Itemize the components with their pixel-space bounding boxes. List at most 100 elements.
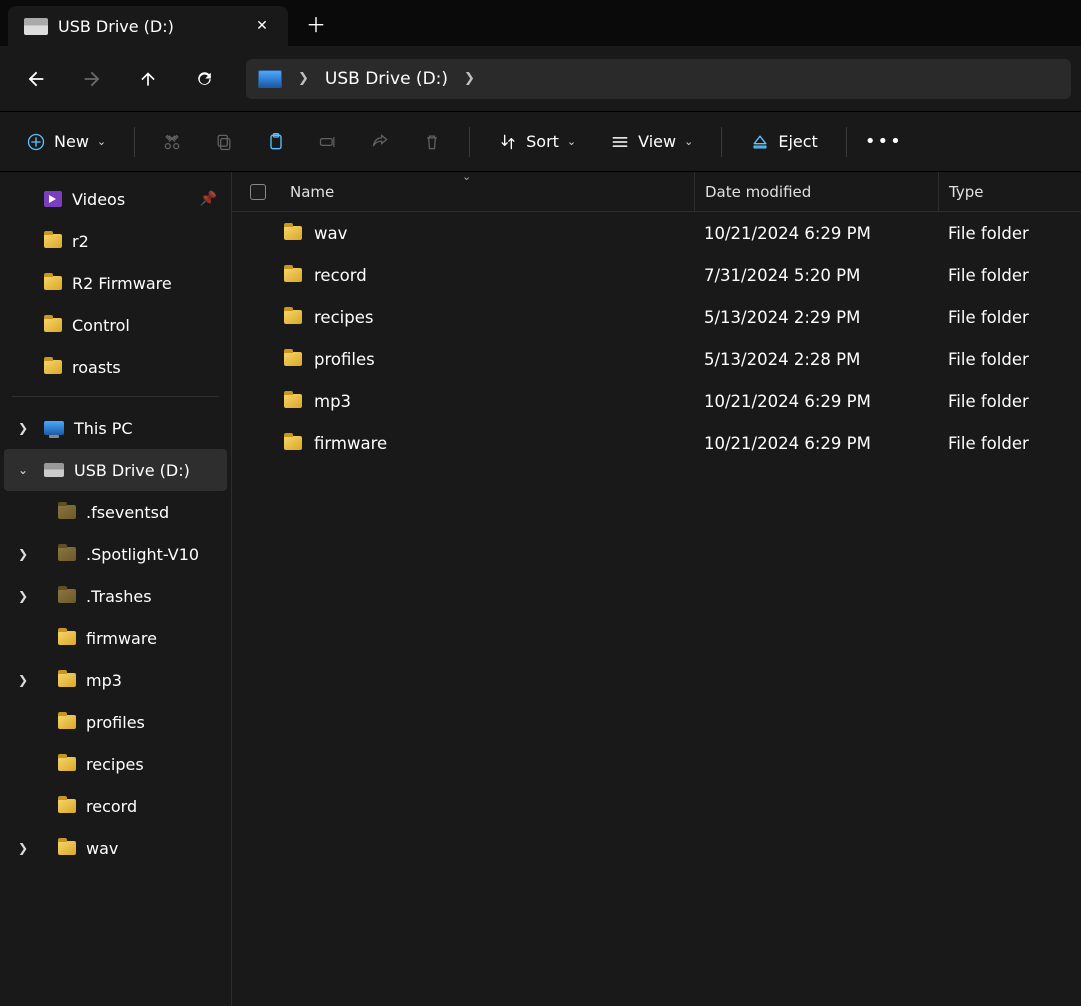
view-button[interactable]: View ⌄ <box>596 121 707 163</box>
delete-button[interactable] <box>409 121 455 163</box>
col-type-header[interactable]: Type <box>938 172 1081 211</box>
sort-button[interactable]: Sort ⌄ <box>484 121 590 163</box>
paste-button[interactable] <box>253 121 299 163</box>
sidebar-item[interactable]: R2 Firmware <box>0 262 231 304</box>
share-button[interactable] <box>357 121 403 163</box>
file-list-header: Name ⌄ Date modified Type <box>232 172 1081 212</box>
folder-icon <box>44 318 62 332</box>
file-row[interactable]: wav10/21/2024 6:29 PMFile folder <box>232 212 1081 254</box>
chevron-down-icon: ⌄ <box>567 135 576 148</box>
file-row[interactable]: profiles5/13/2024 2:28 PMFile folder <box>232 338 1081 380</box>
file-row[interactable]: firmware10/21/2024 6:29 PMFile folder <box>232 422 1081 464</box>
chevron-down-icon[interactable]: ⌄ <box>18 463 28 477</box>
folder-icon <box>284 436 302 450</box>
pc-icon <box>44 421 64 435</box>
toolbar: New ⌄ Sort ⌄ View ⌄ Eject ••• <box>0 112 1081 172</box>
pc-icon <box>258 70 282 88</box>
sidebar: Videos📌 r2 R2 Firmware Control roasts ❯This P… <box>0 172 232 1006</box>
sidebar-item[interactable]: Control <box>0 304 231 346</box>
sidebar-item-label: USB Drive (D:) <box>74 461 190 480</box>
sidebar-item-label: .Spotlight-V10 <box>86 545 199 564</box>
file-row[interactable]: record7/31/2024 5:20 PMFile folder <box>232 254 1081 296</box>
sidebar-item-this-pc[interactable]: ❯This PC <box>0 407 231 449</box>
sidebar-item[interactable]: firmware <box>0 617 231 659</box>
refresh-button[interactable] <box>178 56 230 102</box>
folder-icon <box>44 360 62 374</box>
view-label: View <box>638 132 676 151</box>
cut-button[interactable] <box>149 121 195 163</box>
chevron-right-icon[interactable]: ❯ <box>18 547 28 561</box>
copy-button[interactable] <box>201 121 247 163</box>
nav-row: ❯ USB Drive (D:) ❯ <box>0 46 1081 112</box>
file-date: 5/13/2024 2:29 PM <box>694 308 938 327</box>
file-list: Name ⌄ Date modified Type wav10/21/2024 … <box>232 172 1081 1006</box>
chevron-right-icon[interactable]: ❯ <box>18 589 28 603</box>
sidebar-item[interactable]: ❯mp3 <box>0 659 231 701</box>
drive-icon <box>24 18 48 35</box>
sidebar-item-label: r2 <box>72 232 89 251</box>
sidebar-item[interactable]: profiles <box>0 701 231 743</box>
chevron-right-icon[interactable]: ❯ <box>454 71 485 86</box>
content-area: Videos📌 r2 R2 Firmware Control roasts ❯This P… <box>0 172 1081 1006</box>
folder-icon <box>284 226 302 240</box>
close-tab-button[interactable]: ✕ <box>248 12 276 40</box>
file-row[interactable]: mp3 10/21/2024 6:29 PMFile folder <box>232 380 1081 422</box>
chevron-right-icon[interactable]: ❯ <box>18 421 28 435</box>
file-row[interactable]: recipes5/13/2024 2:29 PMFile folder <box>232 296 1081 338</box>
tab-usb-drive[interactable]: USB Drive (D:) ✕ <box>8 6 288 46</box>
select-all-checkbox[interactable] <box>232 184 284 200</box>
chevron-right-icon[interactable]: ❯ <box>18 673 28 687</box>
col-date-header[interactable]: Date modified <box>694 172 938 211</box>
new-tab-button[interactable]: ＋ <box>296 3 336 43</box>
breadcrumb-path[interactable]: USB Drive (D:) <box>325 69 448 89</box>
folder-icon <box>58 841 76 855</box>
divider <box>721 127 722 157</box>
folder-icon <box>284 268 302 282</box>
file-type: File folder <box>938 266 1081 285</box>
sidebar-item[interactable]: recipes <box>0 743 231 785</box>
sidebar-item[interactable]: ❯.Trashes <box>0 575 231 617</box>
chevron-right-icon[interactable]: ❯ <box>288 71 319 86</box>
tab-title: USB Drive (D:) <box>58 17 174 36</box>
file-date: 10/21/2024 6:29 PM <box>694 392 938 411</box>
back-button[interactable] <box>10 56 62 102</box>
sort-label: Sort <box>526 132 559 151</box>
file-name: mp3 <box>314 392 351 411</box>
drive-icon <box>44 463 64 477</box>
eject-button[interactable]: Eject <box>736 121 831 163</box>
sidebar-item[interactable]: r2 <box>0 220 231 262</box>
sidebar-item[interactable]: record <box>0 785 231 827</box>
col-name-header[interactable]: Name <box>284 183 694 201</box>
file-type: File folder <box>938 434 1081 453</box>
folder-icon <box>58 799 76 813</box>
folder-icon <box>58 715 76 729</box>
up-button[interactable] <box>122 56 174 102</box>
sidebar-item[interactable]: .fseventsd <box>0 491 231 533</box>
folder-icon <box>58 505 76 519</box>
sidebar-item[interactable]: Videos📌 <box>0 178 231 220</box>
sidebar-item[interactable]: ❯ .Spotlight-V10 <box>0 533 231 575</box>
folder-icon <box>58 589 76 603</box>
file-name: firmware <box>314 434 387 453</box>
sidebar-item-usb-drive[interactable]: ⌄ USB Drive (D:) <box>4 449 227 491</box>
more-button[interactable]: ••• <box>861 121 907 163</box>
file-type: File folder <box>938 308 1081 327</box>
file-type: File folder <box>938 392 1081 411</box>
sidebar-item-label: Control <box>72 316 130 335</box>
divider <box>846 127 847 157</box>
folder-icon <box>44 234 62 248</box>
file-date: 5/13/2024 2:28 PM <box>694 350 938 369</box>
chevron-down-icon: ⌄ <box>684 135 693 148</box>
folder-icon <box>284 310 302 324</box>
rename-button[interactable] <box>305 121 351 163</box>
new-button[interactable]: New ⌄ <box>12 121 120 163</box>
file-date: 7/31/2024 5:20 PM <box>694 266 938 285</box>
divider <box>469 127 470 157</box>
folder-icon <box>58 673 76 687</box>
address-bar[interactable]: ❯ USB Drive (D:) ❯ <box>246 59 1071 99</box>
forward-button[interactable] <box>66 56 118 102</box>
chevron-right-icon[interactable]: ❯ <box>18 841 28 855</box>
sidebar-item[interactable]: roasts <box>0 346 231 388</box>
sidebar-item[interactable]: ❯wav <box>0 827 231 869</box>
sidebar-item-label: recipes <box>86 755 144 774</box>
